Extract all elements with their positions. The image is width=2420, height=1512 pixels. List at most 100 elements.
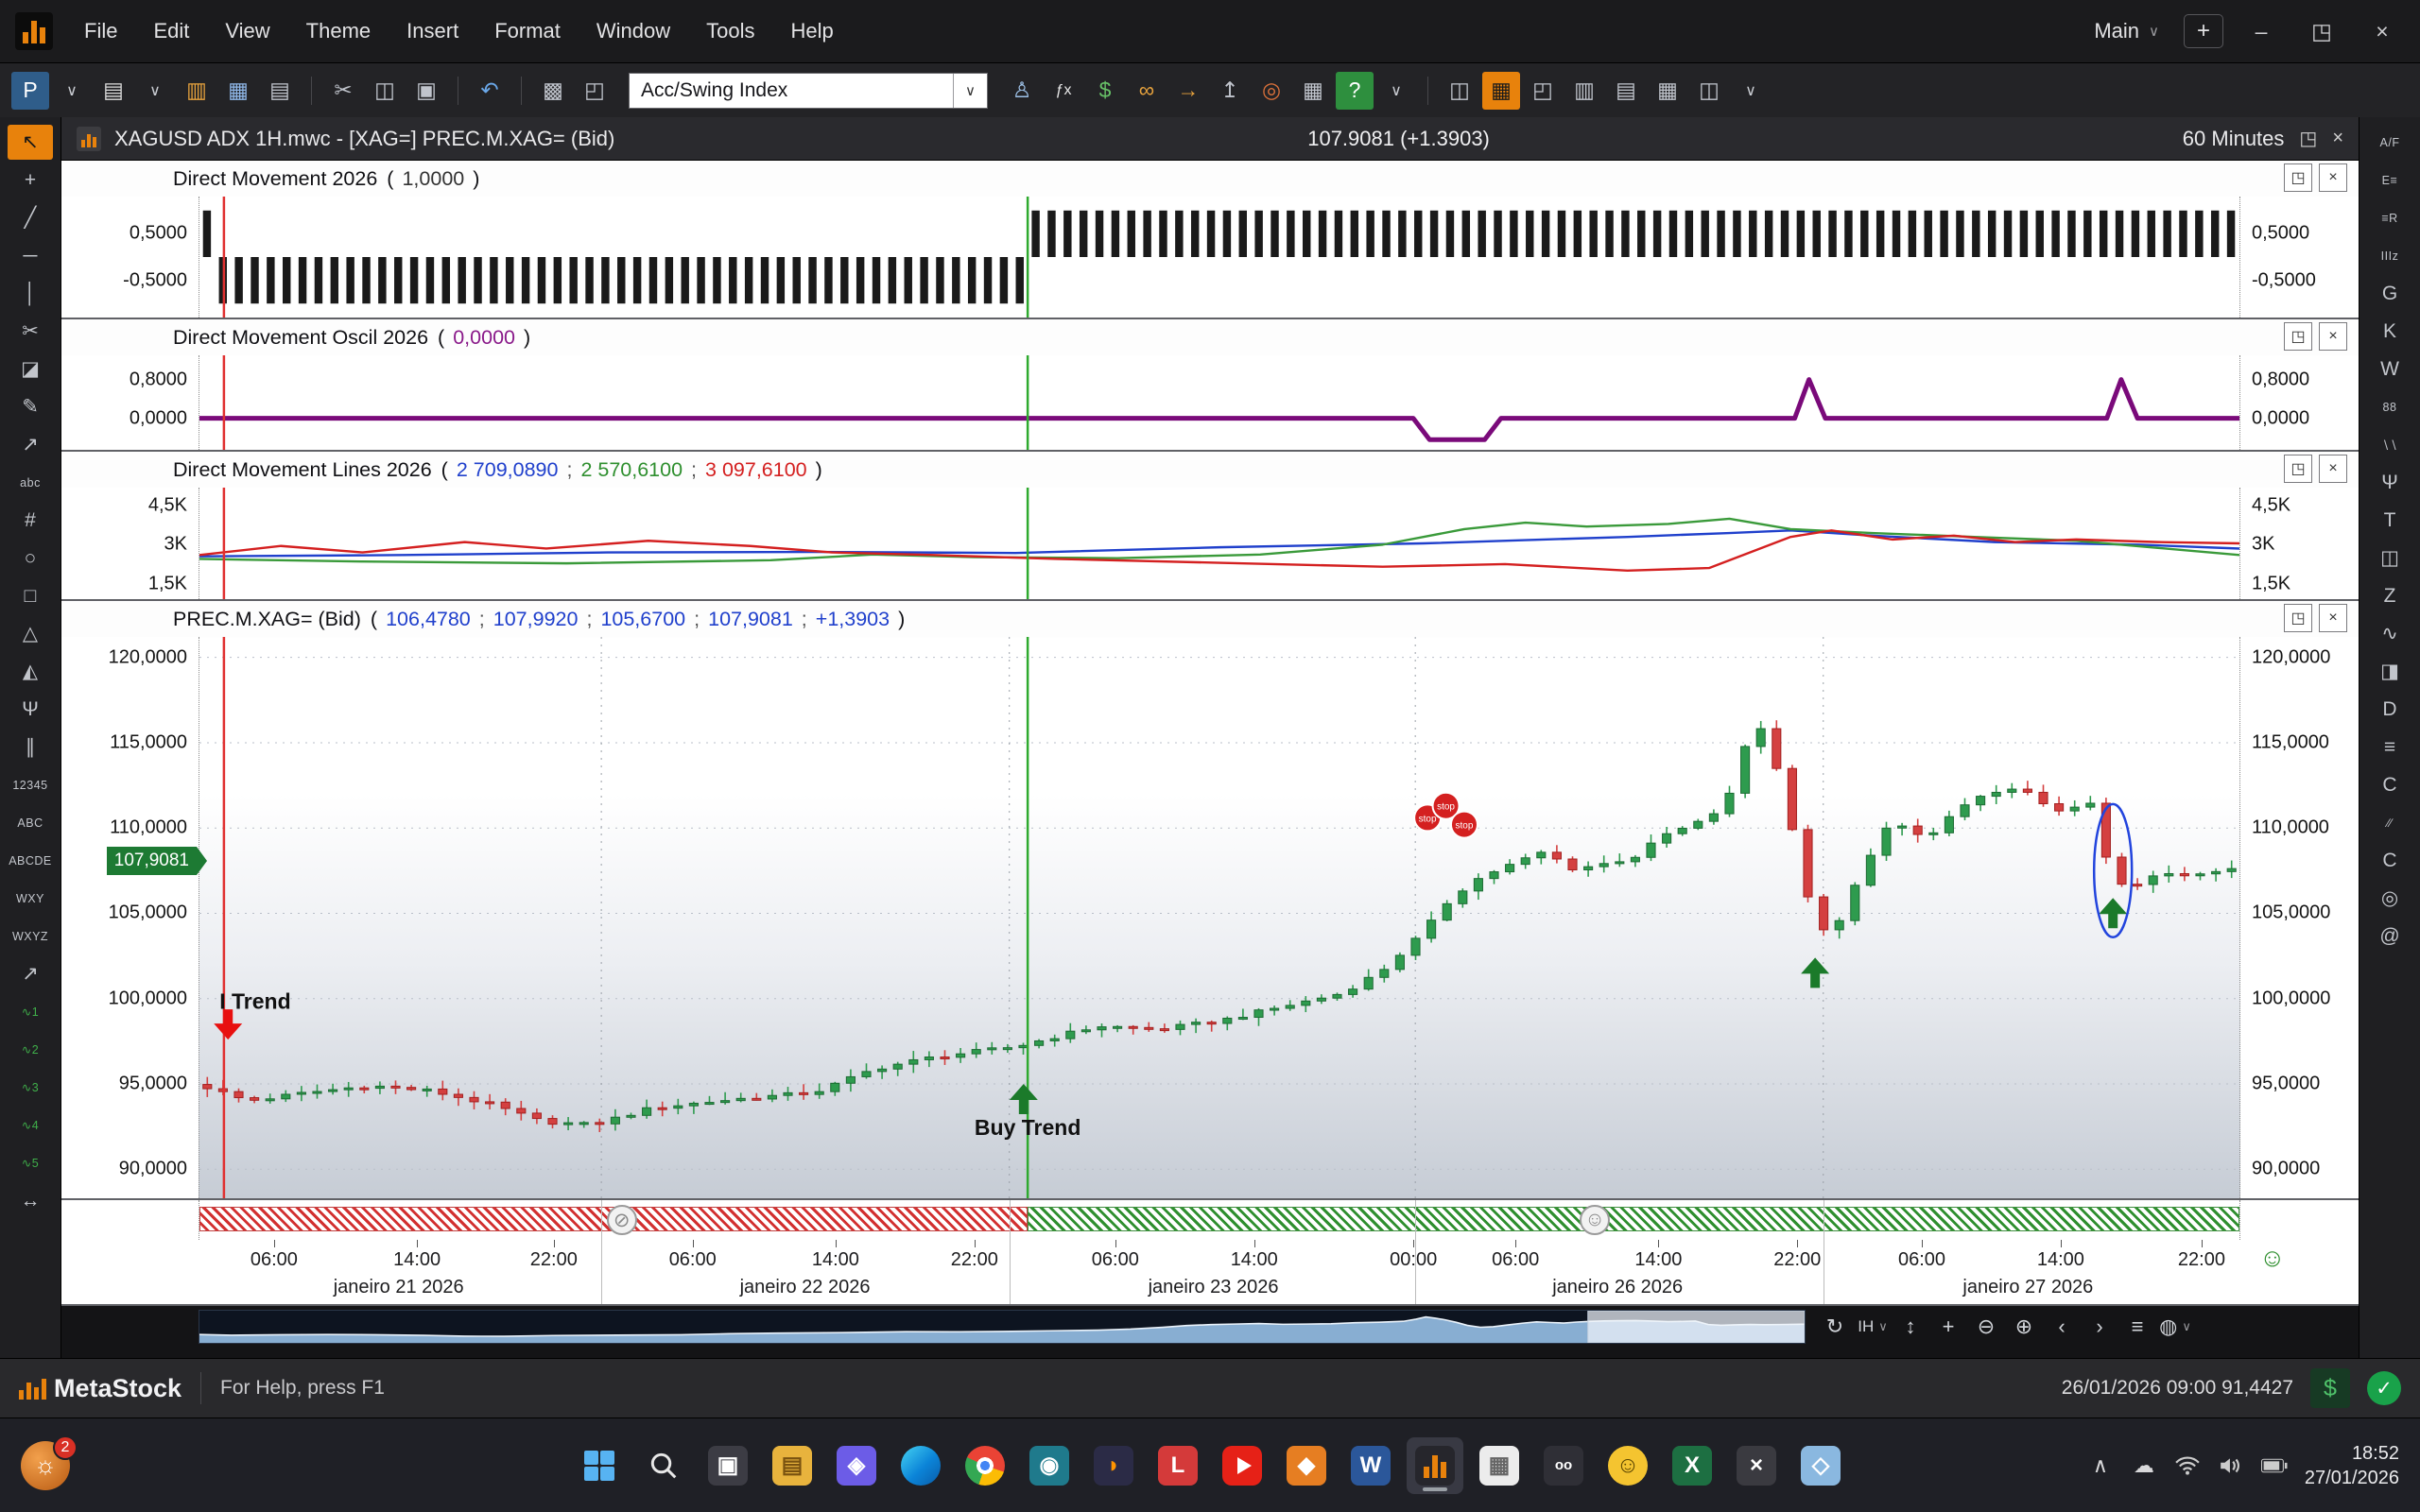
active-layout-button[interactable]: ▦ — [1482, 72, 1520, 110]
taskbar-messenger[interactable]: ☺ — [1599, 1437, 1656, 1494]
indicator-button-07[interactable]: W — [2367, 352, 2412, 387]
menu-format[interactable]: Format — [476, 11, 579, 51]
indicator-button-13[interactable]: Z — [2367, 578, 2412, 613]
navigator-minimap[interactable] — [199, 1310, 1806, 1344]
tool-trendline[interactable]: ╱ — [8, 200, 53, 235]
print-button[interactable]: ▤ — [261, 72, 299, 110]
tool-expand[interactable]: ↔ — [8, 1183, 53, 1218]
indicator-button-03[interactable]: ≡R — [2367, 200, 2412, 235]
page-left-button[interactable]: ‹ — [2044, 1310, 2080, 1344]
taskbar-chrome[interactable] — [957, 1437, 1013, 1494]
close-button[interactable]: × — [2360, 12, 2405, 50]
menu-tools[interactable]: Tools — [688, 11, 772, 51]
tool-zigzag-4[interactable]: ∿4 — [8, 1108, 53, 1143]
forward-button[interactable]: → — [1169, 72, 1207, 110]
direct-movement-oscil-plot[interactable] — [199, 355, 2240, 450]
menu-file[interactable]: File — [66, 11, 135, 51]
menu-window[interactable]: Window — [579, 11, 688, 51]
save-button[interactable]: ▦ — [219, 72, 257, 110]
new-window-button[interactable]: ◫ — [1441, 72, 1478, 110]
tool-rectangle[interactable]: □ — [8, 578, 53, 613]
indicator-button-04[interactable]: IIIz — [2367, 238, 2412, 273]
pane-close-button[interactable]: × — [2319, 455, 2347, 483]
tool-text[interactable]: abc — [8, 465, 53, 500]
volume-icon[interactable] — [2218, 1456, 2244, 1475]
chart-menu-button[interactable]: ≡ — [2119, 1310, 2155, 1344]
explorer-button[interactable]: ∞ — [1128, 72, 1166, 110]
taskbar-app-purple[interactable]: ◈ — [828, 1437, 885, 1494]
taskbar-metastock[interactable] — [1407, 1437, 1463, 1494]
indicator-button-11[interactable]: T — [2367, 503, 2412, 538]
window-caret[interactable]: ∨ — [1732, 72, 1770, 110]
tool-letters-abcde[interactable]: ABCDE — [8, 843, 53, 878]
pan-button[interactable]: + — [1930, 1310, 1966, 1344]
tile-columns-button[interactable]: ▥ — [1565, 72, 1603, 110]
tool-zigzag-2[interactable]: ∿2 — [8, 1032, 53, 1067]
battery-icon[interactable] — [2261, 1458, 2288, 1473]
taskbar-goggles[interactable]: oo — [1535, 1437, 1592, 1494]
direct-movement-plot[interactable] — [199, 197, 2240, 318]
trend-band[interactable]: ⊘☺ — [199, 1200, 2240, 1240]
tool-horizontal-line[interactable]: ─ — [8, 238, 53, 273]
tray-chevron-icon[interactable]: ∧ — [2087, 1453, 2114, 1478]
globe-button[interactable]: ◍∨ — [2157, 1310, 2193, 1344]
zoom-out-button[interactable]: ⊖ — [1968, 1310, 2004, 1344]
tool-arrow-2[interactable]: ↗ — [8, 956, 53, 991]
indicator-button-16[interactable]: D — [2367, 692, 2412, 727]
taskbar-clock[interactable]: 18:52 27/01/2026 — [2305, 1441, 2399, 1490]
taskbar-app-teal[interactable]: ◉ — [1021, 1437, 1078, 1494]
menu-help[interactable]: Help — [772, 11, 851, 51]
tool-grid[interactable]: # — [8, 503, 53, 538]
no-entry-icon[interactable]: ⊘ — [607, 1205, 637, 1235]
menu-edit[interactable]: Edit — [135, 11, 207, 51]
interval-select[interactable]: IH∨ — [1855, 1310, 1891, 1344]
taskbar-firefox[interactable]: ◗ — [1085, 1437, 1142, 1494]
open-button[interactable]: ▥ — [178, 72, 216, 110]
help-caret[interactable]: ∨ — [1377, 72, 1415, 110]
tile-grid-button[interactable]: ▦ — [1649, 72, 1686, 110]
indicator-button-15[interactable]: ◨ — [2367, 654, 2412, 689]
tool-ellipse[interactable]: ○ — [8, 541, 53, 576]
pane-restore-button[interactable]: ◳ — [2284, 322, 2312, 351]
tool-channel[interactable]: ∥ — [8, 730, 53, 765]
chevron-down-icon[interactable]: ∨ — [953, 74, 987, 108]
tool-numbers[interactable]: 12345 — [8, 767, 53, 802]
tool-eraser[interactable]: ◪ — [8, 352, 53, 387]
menu-theme[interactable]: Theme — [288, 11, 389, 51]
price-plot[interactable]: I TrendBuy Trendstopstopstop — [199, 637, 2240, 1198]
tool-triangle[interactable]: △ — [8, 616, 53, 651]
smiley-icon[interactable]: ☺ — [1580, 1205, 1610, 1235]
help-button[interactable]: ? — [1336, 72, 1374, 110]
tool-pointer[interactable]: ↖ — [8, 125, 53, 160]
tool-arrow[interactable]: ↗ — [8, 427, 53, 462]
wifi-icon[interactable] — [2174, 1456, 2201, 1475]
add-tab-button[interactable]: + — [2184, 14, 2223, 48]
pane-restore-button[interactable]: ◳ — [2284, 604, 2312, 632]
direct-movement-lines-plot[interactable] — [199, 488, 2240, 599]
menu-view[interactable]: View — [207, 11, 287, 51]
interval-label[interactable]: 60 Minutes — [2183, 127, 2285, 151]
tool-vertical-line[interactable]: │ — [8, 276, 53, 311]
restore-button[interactable]: ◳ — [2299, 12, 2344, 50]
refresh-button[interactable]: ↻ — [1817, 1310, 1853, 1344]
indicator-button-02[interactable]: E≡ — [2367, 163, 2412, 198]
indicator-button-22[interactable]: @ — [2367, 919, 2412, 954]
new-chart-button[interactable]: ▤ — [95, 72, 132, 110]
tool-pencil[interactable]: ✎ — [8, 389, 53, 424]
indicator-button-10[interactable]: Ψ — [2367, 465, 2412, 500]
vertical-fit-button[interactable]: ↕ — [1893, 1310, 1928, 1344]
taskbar-calculator[interactable]: ▦ — [1471, 1437, 1528, 1494]
taskbar-edge[interactable] — [892, 1437, 949, 1494]
new-chart-caret[interactable]: ∨ — [136, 72, 174, 110]
page-right-button[interactable]: › — [2082, 1310, 2118, 1344]
indicator-builder-button[interactable]: ƒx — [1045, 72, 1082, 110]
indicator-button-12[interactable]: ◫ — [2367, 541, 2412, 576]
taskbar-file-explorer[interactable]: ▤ — [764, 1437, 821, 1494]
quotes-button[interactable]: ▦ — [1294, 72, 1332, 110]
zoom-in-button[interactable]: ⊕ — [2006, 1310, 2042, 1344]
expert-advisor-button[interactable]: ♙ — [1003, 72, 1041, 110]
power-console-caret[interactable]: ∨ — [53, 72, 91, 110]
indicator-button-17[interactable]: ≡ — [2367, 730, 2412, 765]
tool-pitchfork[interactable]: Ψ — [8, 692, 53, 727]
taskbar-search-button[interactable] — [635, 1437, 692, 1494]
